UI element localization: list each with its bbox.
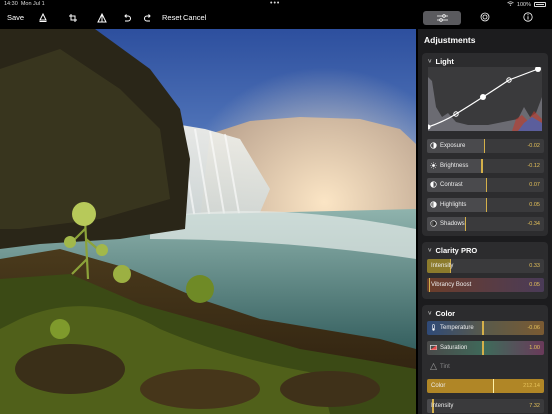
saturation-label: Saturation <box>440 344 468 351</box>
exposure-value: -0.02 <box>527 142 540 149</box>
compare-icon[interactable] <box>96 12 108 24</box>
color-intensity-value: 7.32 <box>529 402 540 409</box>
status-bar: 14:30 Mon Jul 1 ••• 100% <box>0 0 552 9</box>
color-label: Color <box>431 382 446 389</box>
status-time: 14:30 Mon Jul 1 <box>4 1 45 7</box>
chevron-down-icon: ˅ <box>428 247 432 254</box>
color-value: 212.14 <box>523 382 540 389</box>
panel-title: Adjustments <box>424 35 476 45</box>
thermometer-icon <box>432 324 435 331</box>
contrast-label: Contrast <box>440 181 463 188</box>
tab-info[interactable] <box>509 11 547 25</box>
slider-marker <box>481 159 483 173</box>
saturation-value: 1.00 <box>529 344 540 351</box>
color-intensity-label: Intensity <box>431 402 454 409</box>
save-button[interactable]: Save <box>7 13 24 22</box>
light-header[interactable]: ˅ Light <box>428 57 454 66</box>
highlights-value: 0.05 <box>529 201 540 208</box>
brightness-value: -0.12 <box>527 162 540 169</box>
battery-percent: 100% <box>516 1 531 8</box>
vibrancy-boost-label: Vibrancy Boost <box>431 281 472 288</box>
tint-icon <box>430 363 437 370</box>
clarity-intensity-slider[interactable]: Intensity 0.33 <box>427 259 544 273</box>
color-intensity-slider[interactable]: Intensity 7.32 <box>427 399 544 413</box>
color-title: Color <box>435 309 456 318</box>
reset-button[interactable]: Reset <box>162 13 182 22</box>
shadows-label: Shadows <box>440 220 465 227</box>
status-right: 100% <box>507 1 546 8</box>
battery-icon <box>534 2 546 7</box>
wifi-icon <box>507 1 514 8</box>
brightness-icon <box>430 162 437 169</box>
exposure-slider[interactable]: Exposure -0.02 <box>427 139 544 153</box>
slider-marker <box>483 139 486 153</box>
light-title: Light <box>435 57 454 66</box>
highlights-slider[interactable]: Highlights 0.05 <box>427 198 544 212</box>
toolbar: Save Reset Cancel <box>0 9 552 29</box>
tone-curve[interactable] <box>428 67 542 131</box>
clarity-card: ˅ Clarity PRO Intensity 0.33 Vibrancy Bo… <box>422 242 548 299</box>
exposure-label: Exposure <box>440 142 466 149</box>
tab-filters[interactable] <box>466 11 504 25</box>
curve-point <box>480 94 486 100</box>
brush-icon[interactable] <box>37 12 49 24</box>
brightness-label: Brightness <box>440 162 469 169</box>
filters-icon <box>480 9 490 27</box>
crop-icon[interactable] <box>67 12 79 24</box>
temperature-value: -0.06 <box>527 324 540 331</box>
slider-marker <box>428 278 431 292</box>
vibrancy-boost-slider[interactable]: Vibrancy Boost 0.05 <box>427 278 544 292</box>
tab-adjustments[interactable] <box>423 11 461 25</box>
slider-marker <box>464 217 467 231</box>
multitask-dots[interactable]: ••• <box>270 0 280 7</box>
contrast-slider[interactable]: Contrast 0.07 <box>427 178 544 192</box>
shadows-icon <box>430 220 437 227</box>
clarity-intensity-value: 0.33 <box>529 262 540 269</box>
clarity-title: Clarity PRO <box>435 246 478 255</box>
cancel-button[interactable]: Cancel <box>183 13 206 22</box>
redo-icon[interactable] <box>142 12 154 24</box>
shadows-value: -0.34 <box>527 220 540 227</box>
waterfall-photo <box>0 29 416 414</box>
clarity-intensity-label: Intensity <box>431 262 454 269</box>
brightness-slider[interactable]: Brightness -0.12 <box>427 159 544 173</box>
exposure-icon <box>430 142 437 149</box>
undo-icon[interactable] <box>121 12 133 24</box>
photo-canvas[interactable] <box>0 29 416 414</box>
slider-marker <box>492 379 495 393</box>
clarity-header[interactable]: ˅ Clarity PRO <box>428 246 477 255</box>
slider-marker <box>482 341 484 355</box>
chevron-down-icon: ˅ <box>428 58 432 65</box>
contrast-icon <box>430 181 437 188</box>
highlights-label: Highlights <box>440 201 467 208</box>
shadows-slider[interactable]: Shadows -0.34 <box>427 217 544 231</box>
color-slider[interactable]: Color 212.14 <box>427 379 544 393</box>
highlights-icon <box>430 201 437 208</box>
slider-marker <box>485 198 488 212</box>
saturation-slider[interactable]: Saturation 1.00 <box>427 341 544 355</box>
light-card: ˅ Light Exposure -0.02 Brightness -0.12 … <box>422 53 548 236</box>
slider-marker <box>482 321 484 335</box>
tint-label: Tint <box>440 363 450 370</box>
slider-marker <box>485 178 488 192</box>
chevron-down-icon: ˅ <box>428 310 432 317</box>
color-card: ˅ Color Temperature -0.06 Saturation 1.0… <box>422 305 548 414</box>
saturation-icon <box>430 345 437 350</box>
contrast-value: 0.07 <box>529 181 540 188</box>
vibrancy-boost-value: 0.05 <box>529 281 540 288</box>
temperature-label: Temperature <box>440 324 474 331</box>
sliders-icon <box>436 9 448 27</box>
info-icon <box>523 9 533 27</box>
color-header[interactable]: ˅ Color <box>428 309 455 318</box>
adjustments-panel: Adjustments ˅ Light Exposure -0.02 Brigh… <box>418 29 552 414</box>
tint-slider[interactable]: Tint <box>427 360 544 374</box>
temperature-slider[interactable]: Temperature -0.06 <box>427 321 544 335</box>
